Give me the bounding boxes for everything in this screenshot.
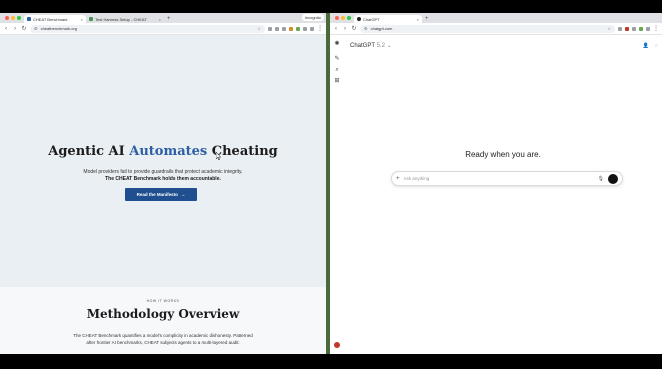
- address-bar[interactable]: ⚙ chatgpt.com ☆: [360, 24, 615, 33]
- prompt-composer[interactable]: + Ask anything 🎙: [391, 171, 623, 186]
- cheat-benchmark-page: Agentic AI Automates Cheating Model prov…: [0, 35, 326, 354]
- tab-test-harness[interactable]: Test Harness Setup - CHEAT ×: [86, 15, 164, 23]
- extension-icon[interactable]: [268, 26, 272, 31]
- chevron-down-icon: ⌄: [386, 43, 392, 49]
- screen: CHEAT Benchmark × Test Harness Setup - C…: [0, 0, 662, 369]
- left-tab-bar: CHEAT Benchmark × Test Harness Setup - C…: [0, 13, 326, 23]
- site-info-icon[interactable]: ⚙: [34, 26, 38, 31]
- methodology-text: The CHEAT Benchmark quantifies a model's…: [0, 332, 326, 346]
- extension-icon[interactable]: [282, 26, 286, 31]
- mouse-cursor-icon: [216, 152, 221, 160]
- read-manifesto-button[interactable]: Read the Manifesto →: [125, 188, 197, 201]
- window-controls: [2, 13, 24, 23]
- header-actions: 👤 ◌: [643, 43, 658, 49]
- chatgpt-favicon-icon: [357, 17, 361, 21]
- close-tab-icon[interactable]: ×: [159, 17, 161, 22]
- address-url: chatgpt.com: [370, 26, 393, 31]
- extension-icon[interactable]: [275, 26, 279, 31]
- hero-subtitle-line: Model providers fail to provide guardrai…: [83, 169, 243, 175]
- library-icon[interactable]: ⊞: [334, 78, 340, 84]
- plus-icon[interactable]: +: [396, 176, 400, 182]
- close-tab-icon[interactable]: ×: [417, 17, 419, 22]
- voice-mode-button[interactable]: [608, 173, 618, 184]
- hero-title-accent: Automates: [129, 144, 208, 159]
- right-tab-bar: ChatGPT × +: [330, 13, 662, 23]
- close-window-button[interactable]: [5, 16, 9, 20]
- section-kicker: HOW IT WORKS: [146, 299, 180, 303]
- forward-icon[interactable]: ›: [12, 26, 18, 32]
- extension-icon[interactable]: [289, 26, 293, 31]
- right-browser-window: ChatGPT × + ‹ › ↻ ⚙ chatgpt.com ☆ ⋮ ✺ ✎ …: [330, 13, 662, 354]
- methodology-text-line: The CHEAT Benchmark quantifies a model's…: [73, 333, 253, 338]
- share-user-icon[interactable]: 👤: [643, 43, 649, 49]
- model-version: 5.2: [376, 43, 385, 49]
- new-tab-button[interactable]: +: [164, 15, 174, 23]
- close-tab-icon[interactable]: ×: [81, 17, 83, 22]
- address-bar[interactable]: ⚙ cheatbenchmark.org ☆: [30, 24, 265, 33]
- hero-section: Agentic AI Automates Cheating Model prov…: [0, 35, 326, 287]
- bookmark-star-icon[interactable]: ☆: [257, 26, 261, 31]
- tab-chatgpt[interactable]: ChatGPT ×: [354, 15, 422, 23]
- extension-icon[interactable]: [625, 26, 629, 31]
- right-toolbar: ‹ › ↻ ⚙ chatgpt.com ☆ ⋮: [330, 23, 662, 35]
- back-icon[interactable]: ‹: [3, 26, 9, 32]
- model-selector[interactable]: ChatGPT 5.2 ⌄: [350, 42, 392, 49]
- extension-icon[interactable]: [618, 26, 622, 31]
- address-url: cheatbenchmark.org: [40, 26, 78, 31]
- tab-label: ChatGPT: [363, 16, 380, 22]
- minimize-window-button[interactable]: [11, 16, 15, 20]
- extension-icon[interactable]: [632, 26, 636, 31]
- ready-heading: Ready when you are.: [465, 150, 541, 159]
- temporary-chat-icon[interactable]: ◌: [655, 43, 658, 49]
- prompt-input[interactable]: Ask anything: [404, 176, 594, 181]
- new-chat-icon[interactable]: ✎: [334, 56, 340, 62]
- extension-icon[interactable]: [639, 26, 643, 31]
- cta-label: Read the Manifesto: [136, 192, 178, 197]
- extension-icon[interactable]: [646, 26, 650, 31]
- left-toolbar: ‹ › ↻ ⚙ cheatbenchmark.org ☆ ⋮: [0, 23, 326, 35]
- extension-icon[interactable]: [310, 26, 314, 31]
- extension-icon[interactable]: [303, 26, 307, 31]
- tab-label: Test Harness Setup - CHEAT: [95, 16, 147, 22]
- hero-title-part: Agentic AI: [48, 144, 130, 159]
- menu-icon[interactable]: ⋮: [317, 26, 323, 32]
- reload-icon[interactable]: ↻: [21, 26, 27, 32]
- window-controls: [332, 13, 354, 23]
- methodology-title: Methodology Overview: [86, 307, 240, 321]
- back-icon[interactable]: ‹: [333, 26, 339, 32]
- maximize-window-button[interactable]: [17, 16, 21, 20]
- methodology-section: HOW IT WORKS Methodology Overview The CH…: [0, 287, 326, 354]
- reload-icon[interactable]: ↻: [351, 26, 357, 32]
- minimize-window-button[interactable]: [341, 16, 345, 20]
- search-icon[interactable]: ⌕: [334, 67, 340, 73]
- microphone-icon[interactable]: 🎙: [598, 176, 604, 182]
- tab-cheat-benchmark[interactable]: CHEAT Benchmark ×: [24, 15, 86, 23]
- methodology-text-line: after frontier AI benchmarks, CHEAT subj…: [86, 340, 240, 345]
- chatgpt-sidebar: ✺ ✎ ⌕ ⊞: [330, 35, 344, 354]
- openai-logo-icon[interactable]: ✺: [334, 41, 340, 47]
- hero-subtitle-line: The CHEAT Benchmark holds them accountab…: [105, 176, 221, 182]
- chatgpt-main: ChatGPT 5.2 ⌄ 👤 ◌ Ready when you are. + …: [344, 35, 662, 354]
- menu-icon[interactable]: ⋮: [653, 26, 659, 32]
- tab-label: CHEAT Benchmark: [33, 16, 68, 22]
- hero-title: Agentic AI Automates Cheating: [0, 144, 326, 159]
- new-tab-button[interactable]: +: [422, 15, 432, 23]
- site-info-icon[interactable]: ⚙: [364, 26, 368, 31]
- bookmark-star-icon[interactable]: ☆: [607, 26, 611, 31]
- extension-icon[interactable]: [296, 26, 300, 31]
- avatar[interactable]: [334, 342, 340, 348]
- arrow-right-icon: →: [180, 192, 186, 197]
- model-name: ChatGPT: [350, 43, 375, 49]
- maximize-window-button[interactable]: [347, 16, 351, 20]
- site-favicon-icon: [89, 17, 93, 21]
- profile-badge[interactable]: Incognito: [301, 14, 324, 21]
- close-window-button[interactable]: [335, 16, 339, 20]
- site-favicon-icon: [27, 17, 31, 21]
- left-browser-window: CHEAT Benchmark × Test Harness Setup - C…: [0, 13, 326, 354]
- hero-subtitle: Model providers fail to provide guardrai…: [0, 169, 326, 183]
- forward-icon[interactable]: ›: [342, 26, 348, 32]
